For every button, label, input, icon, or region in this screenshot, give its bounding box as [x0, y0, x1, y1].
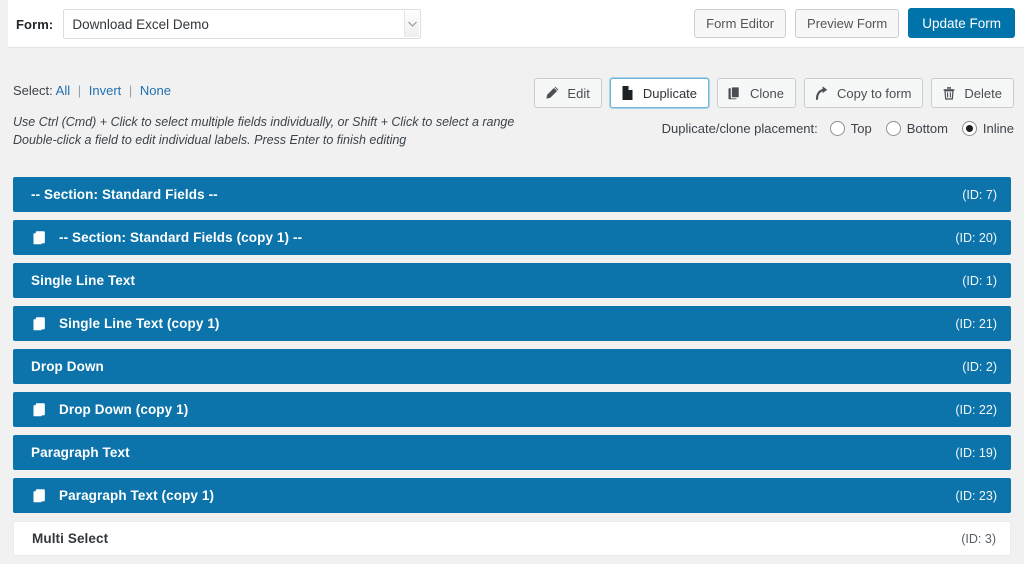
select-invert-link[interactable]: Invert: [89, 83, 122, 98]
toolbar-button-label: Copy to form: [837, 86, 911, 101]
select-none-link[interactable]: None: [140, 83, 171, 98]
clone-pages-icon: [727, 85, 743, 101]
field-row-id: (ID: 22): [955, 403, 997, 417]
preview-form-button[interactable]: Preview Form: [795, 9, 899, 38]
delete-button[interactable]: Delete: [931, 78, 1014, 108]
pencil-icon: [544, 85, 560, 101]
form-editor-button[interactable]: Form Editor: [694, 9, 786, 38]
field-row-label: Drop Down: [31, 359, 104, 374]
clone-pages-icon: [31, 487, 48, 504]
radio-bottom-unchecked[interactable]: [886, 121, 901, 136]
field-row-label: Single Line Text: [31, 273, 135, 288]
select-prefix: Select:: [13, 83, 53, 98]
select-separator-1: |: [78, 83, 81, 98]
placement-option-label: Bottom: [907, 121, 948, 136]
field-row-id: (ID: 1): [962, 274, 997, 288]
field-row[interactable]: Paragraph Text (ID: 19): [13, 435, 1011, 470]
clone-pages-icon: [31, 401, 48, 418]
radio-inline-checked[interactable]: [962, 121, 977, 136]
placement-option-top[interactable]: Top: [830, 121, 872, 136]
field-row[interactable]: Paragraph Text (copy 1) (ID: 23): [13, 478, 1011, 513]
trash-icon: [941, 85, 957, 101]
field-row-label: -- Section: Standard Fields --: [31, 187, 218, 202]
clone-pages-icon: [31, 229, 48, 246]
field-row-id: (ID: 2): [962, 360, 997, 374]
field-row[interactable]: Drop Down (ID: 2): [13, 349, 1011, 384]
field-row-id: (ID: 21): [955, 317, 997, 331]
placement-label: Duplicate/clone placement:: [662, 121, 818, 136]
field-row[interactable]: Multi Select (ID: 3): [13, 521, 1011, 556]
field-row[interactable]: Drop Down (copy 1) (ID: 22): [13, 392, 1011, 427]
placement-options: Top Bottom Inline: [830, 121, 1014, 136]
form-label: Form:: [16, 17, 53, 32]
clone-button[interactable]: Clone: [717, 78, 796, 108]
clone-pages-icon: [31, 315, 48, 332]
field-row-id: (ID: 19): [955, 446, 997, 460]
field-row-label: Single Line Text (copy 1): [59, 316, 220, 331]
placement-option-label: Inline: [983, 121, 1014, 136]
helper-text-line-2: Double-click a field to edit individual …: [13, 131, 514, 149]
toolbar-button-label: Duplicate: [643, 86, 697, 101]
action-toolbar: Edit Duplicate Clone Copy to form Delete: [534, 78, 1014, 108]
duplicate-button[interactable]: Duplicate: [610, 78, 709, 108]
field-row-label: Paragraph Text: [31, 445, 130, 460]
placement-option-bottom[interactable]: Bottom: [886, 121, 948, 136]
toolbar-button-label: Delete: [964, 86, 1002, 101]
helper-text: Use Ctrl (Cmd) + Click to select multipl…: [13, 113, 514, 149]
form-select[interactable]: Download Excel Demo: [63, 9, 421, 39]
helper-text-line-1: Use Ctrl (Cmd) + Click to select multipl…: [13, 113, 514, 131]
field-row[interactable]: Single Line Text (copy 1) (ID: 21): [13, 306, 1011, 341]
field-row-label: Drop Down (copy 1): [59, 402, 188, 417]
toolbar-button-label: Edit: [567, 86, 589, 101]
select-separator-2: |: [129, 83, 132, 98]
form-selector-row: Form: Download Excel Demo: [16, 9, 421, 39]
select-all-link[interactable]: All: [56, 83, 70, 98]
field-row-id: (ID: 20): [955, 231, 997, 245]
header-button-group: Form Editor Preview Form Update Form: [694, 8, 1015, 38]
field-row[interactable]: -- Section: Standard Fields -- (ID: 7): [13, 177, 1011, 212]
field-list: -- Section: Standard Fields --(ID: 7)-- …: [13, 177, 1011, 564]
field-row[interactable]: Single Line Text (ID: 1): [13, 263, 1011, 298]
form-select-value: Download Excel Demo: [64, 17, 209, 32]
chevron-down-icon[interactable]: [404, 11, 419, 37]
field-row-label: Paragraph Text (copy 1): [59, 488, 214, 503]
edit-button[interactable]: Edit: [534, 78, 601, 108]
radio-top-unchecked[interactable]: [830, 121, 845, 136]
select-bar: Select: All | Invert | None: [13, 83, 171, 98]
field-row-label: Multi Select: [32, 531, 108, 546]
curved-arrow-icon: [814, 85, 830, 101]
duplicate-page-icon: [620, 85, 636, 101]
field-row-id: (ID: 23): [955, 489, 997, 503]
placement-option-label: Top: [851, 121, 872, 136]
field-row-label: -- Section: Standard Fields (copy 1) --: [59, 230, 302, 245]
field-row-id: (ID: 7): [962, 188, 997, 202]
placement-row: Duplicate/clone placement: Top Bottom Inli…: [662, 121, 1014, 136]
placement-option-inline[interactable]: Inline: [962, 121, 1014, 136]
field-row-id: (ID: 3): [961, 532, 996, 546]
field-row[interactable]: -- Section: Standard Fields (copy 1) -- (…: [13, 220, 1011, 255]
update-form-button[interactable]: Update Form: [908, 8, 1015, 38]
form-header-panel: Form: Download Excel Demo Form Editor Pr…: [8, 0, 1024, 48]
toolbar-button-label: Clone: [750, 86, 784, 101]
copy-to-form-button[interactable]: Copy to form: [804, 78, 923, 108]
